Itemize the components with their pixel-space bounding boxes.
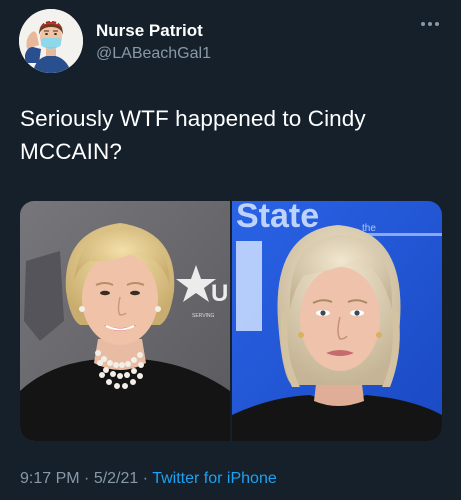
left-backdrop-text: SERVING (192, 313, 215, 319)
more-options-icon[interactable] (418, 16, 442, 32)
tweet-date[interactable]: 5/2/21 (94, 470, 138, 487)
tweet-media[interactable]: U SERVING State the (20, 201, 442, 441)
meta-separator-2: · (138, 470, 153, 487)
right-backdrop-text: State (236, 201, 319, 235)
svg-text:U: U (211, 280, 228, 307)
tweet-source-link[interactable]: Twitter for iPhone (152, 470, 277, 487)
meta-separator: · (79, 470, 94, 487)
tweet-time[interactable]: 9:17 PM (20, 470, 80, 487)
tweet-meta: 9:17 PM · 5/2/21 · Twitter for iPhone (20, 470, 277, 488)
avatar[interactable] (19, 9, 83, 73)
left-photo: U SERVING (20, 201, 230, 441)
tweet-text: Seriously WTF happened to Cindy MCCAIN? (20, 106, 366, 164)
author-display-name[interactable]: Nurse Patriot (96, 21, 203, 41)
rosie-riveter-nurse-avatar-icon (19, 9, 83, 73)
right-photo: State the (232, 201, 442, 441)
tweet-card: Nurse Patriot @LABeachGal1 Seriously WTF… (0, 0, 461, 500)
author-handle[interactable]: @LABeachGal1 (96, 45, 211, 63)
